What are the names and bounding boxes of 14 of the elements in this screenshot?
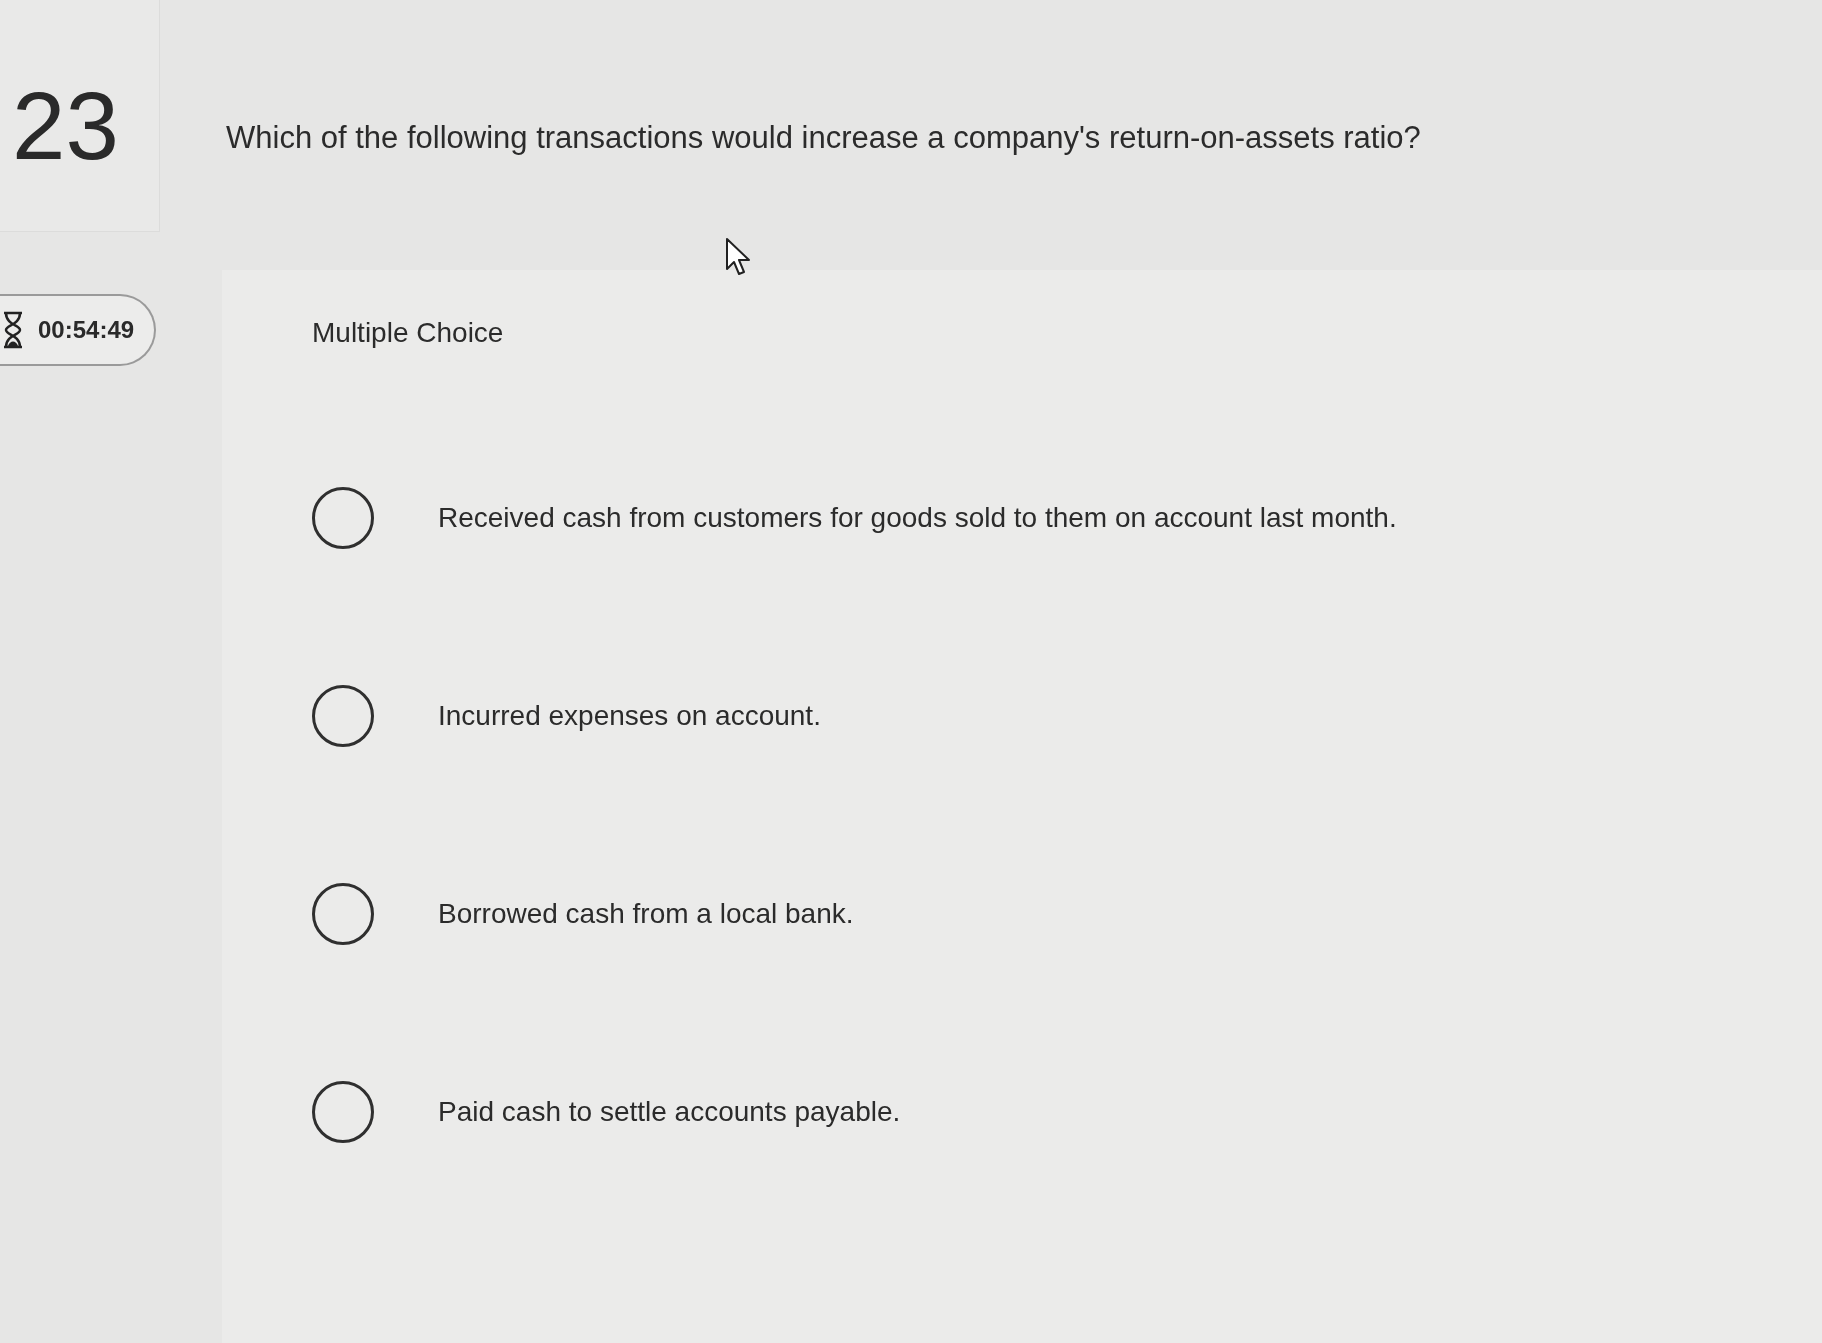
radio-unchecked-icon[interactable] xyxy=(312,1081,374,1143)
hourglass-icon xyxy=(2,311,24,349)
radio-unchecked-icon[interactable] xyxy=(312,883,374,945)
option-text: Incurred expenses on account. xyxy=(438,699,821,733)
timer-time: 00:54:49 xyxy=(38,315,135,345)
option-text: Paid cash to settle accounts payable. xyxy=(438,1095,901,1129)
mouse-pointer-icon xyxy=(725,237,753,277)
question-number: 23 xyxy=(12,77,119,174)
question-type-label: Multiple Choice xyxy=(312,317,504,348)
question-text: Which of the following transactions would increase a company's return-on-assets ratio? xyxy=(226,120,1421,155)
radio-unchecked-icon[interactable] xyxy=(312,685,374,747)
option-text: Received cash from customers for goods sold to them on account last month. xyxy=(438,501,1397,535)
option-text: Borrowed cash from a local bank. xyxy=(438,897,854,931)
radio-unchecked-icon[interactable] xyxy=(312,487,374,549)
